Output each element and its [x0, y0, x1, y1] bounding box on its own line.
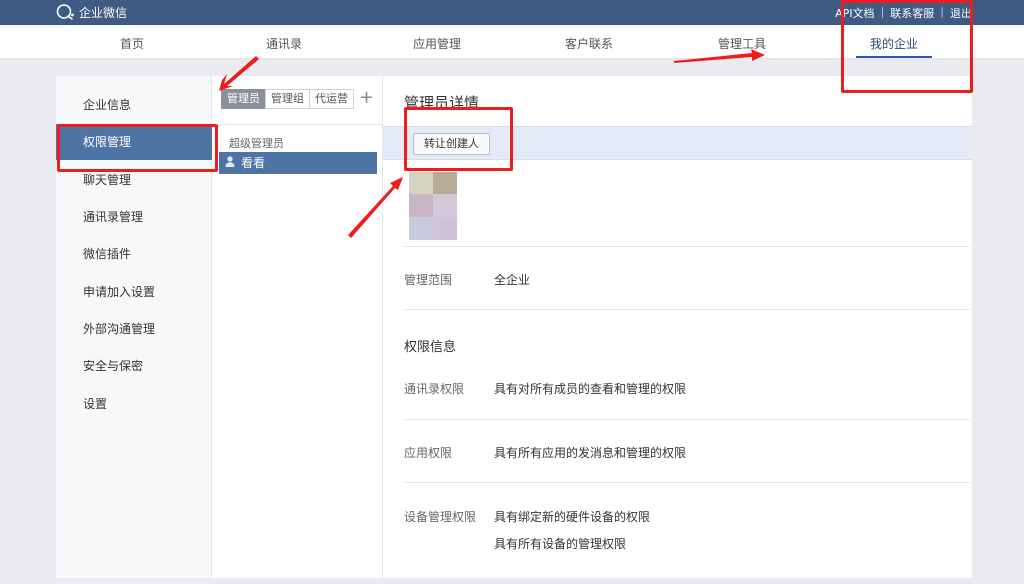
annotation-box: [404, 107, 513, 171]
tab-agency-operation[interactable]: 代运营: [309, 89, 354, 109]
sidebar-item-enterprise-info[interactable]: 企业信息: [56, 87, 212, 123]
device-permission-value: 具有所有设备的管理权限: [494, 537, 627, 551]
user-icon: [225, 152, 235, 174]
nav-management-tools[interactable]: 管理工具: [718, 35, 766, 52]
nav-app-management[interactable]: 应用管理: [413, 35, 461, 52]
contacts-permission-label: 通讯录权限: [404, 382, 465, 396]
nav-contacts[interactable]: 通讯录: [266, 35, 302, 52]
divider: [404, 246, 970, 247]
admin-tabs: 管理员 管理组 代运营: [221, 89, 354, 109]
nav-home[interactable]: 首页: [120, 35, 144, 52]
scope-label: 管理范围: [404, 273, 453, 287]
admin-list-panel: 管理员 管理组 代运营 + 超级管理员 看看: [213, 76, 383, 578]
brand-logo[interactable]: 企业微信: [55, 3, 127, 21]
app-permission-value: 具有所有应用的发消息和管理的权限: [494, 446, 687, 460]
divider: [404, 482, 970, 483]
admin-list-item[interactable]: 看看: [219, 152, 377, 174]
contacts-permission-value: 具有对所有成员的查看和管理的权限: [494, 382, 687, 396]
sidebar-item-settings[interactable]: 设置: [56, 386, 212, 422]
sidebar-item-contacts-management[interactable]: 通讯录管理: [56, 199, 212, 235]
add-icon[interactable]: +: [359, 88, 374, 108]
admin-name: 看看: [241, 156, 266, 170]
device-permission-value: 具有绑定新的硬件设备的权限: [494, 510, 651, 524]
scope-value: 全企业: [494, 273, 531, 287]
permissions-section-title: 权限信息: [404, 340, 457, 355]
brand-name: 企业微信: [79, 5, 128, 20]
tab-admins[interactable]: 管理员: [221, 89, 266, 109]
nav-customer-contact[interactable]: 客户联系: [565, 35, 613, 52]
wecom-logo-icon: [55, 3, 75, 21]
app-permission-label: 应用权限: [404, 446, 453, 460]
sidebar-item-join-settings[interactable]: 申请加入设置: [56, 274, 212, 310]
sidebar-item-security[interactable]: 安全与保密: [56, 348, 212, 384]
divider: [213, 124, 383, 125]
annotation-box: [841, 0, 973, 93]
super-admin-label: 超级管理员: [229, 137, 284, 150]
tab-admin-groups[interactable]: 管理组: [265, 89, 310, 109]
annotation-box: [57, 124, 218, 172]
divider: [404, 309, 970, 310]
sidebar-item-wechat-plugin[interactable]: 微信插件: [56, 236, 212, 272]
sidebar-item-external-communication[interactable]: 外部沟通管理: [56, 311, 212, 347]
avatar: [409, 172, 457, 240]
divider: [404, 419, 970, 420]
device-permission-label: 设备管理权限: [404, 510, 477, 524]
